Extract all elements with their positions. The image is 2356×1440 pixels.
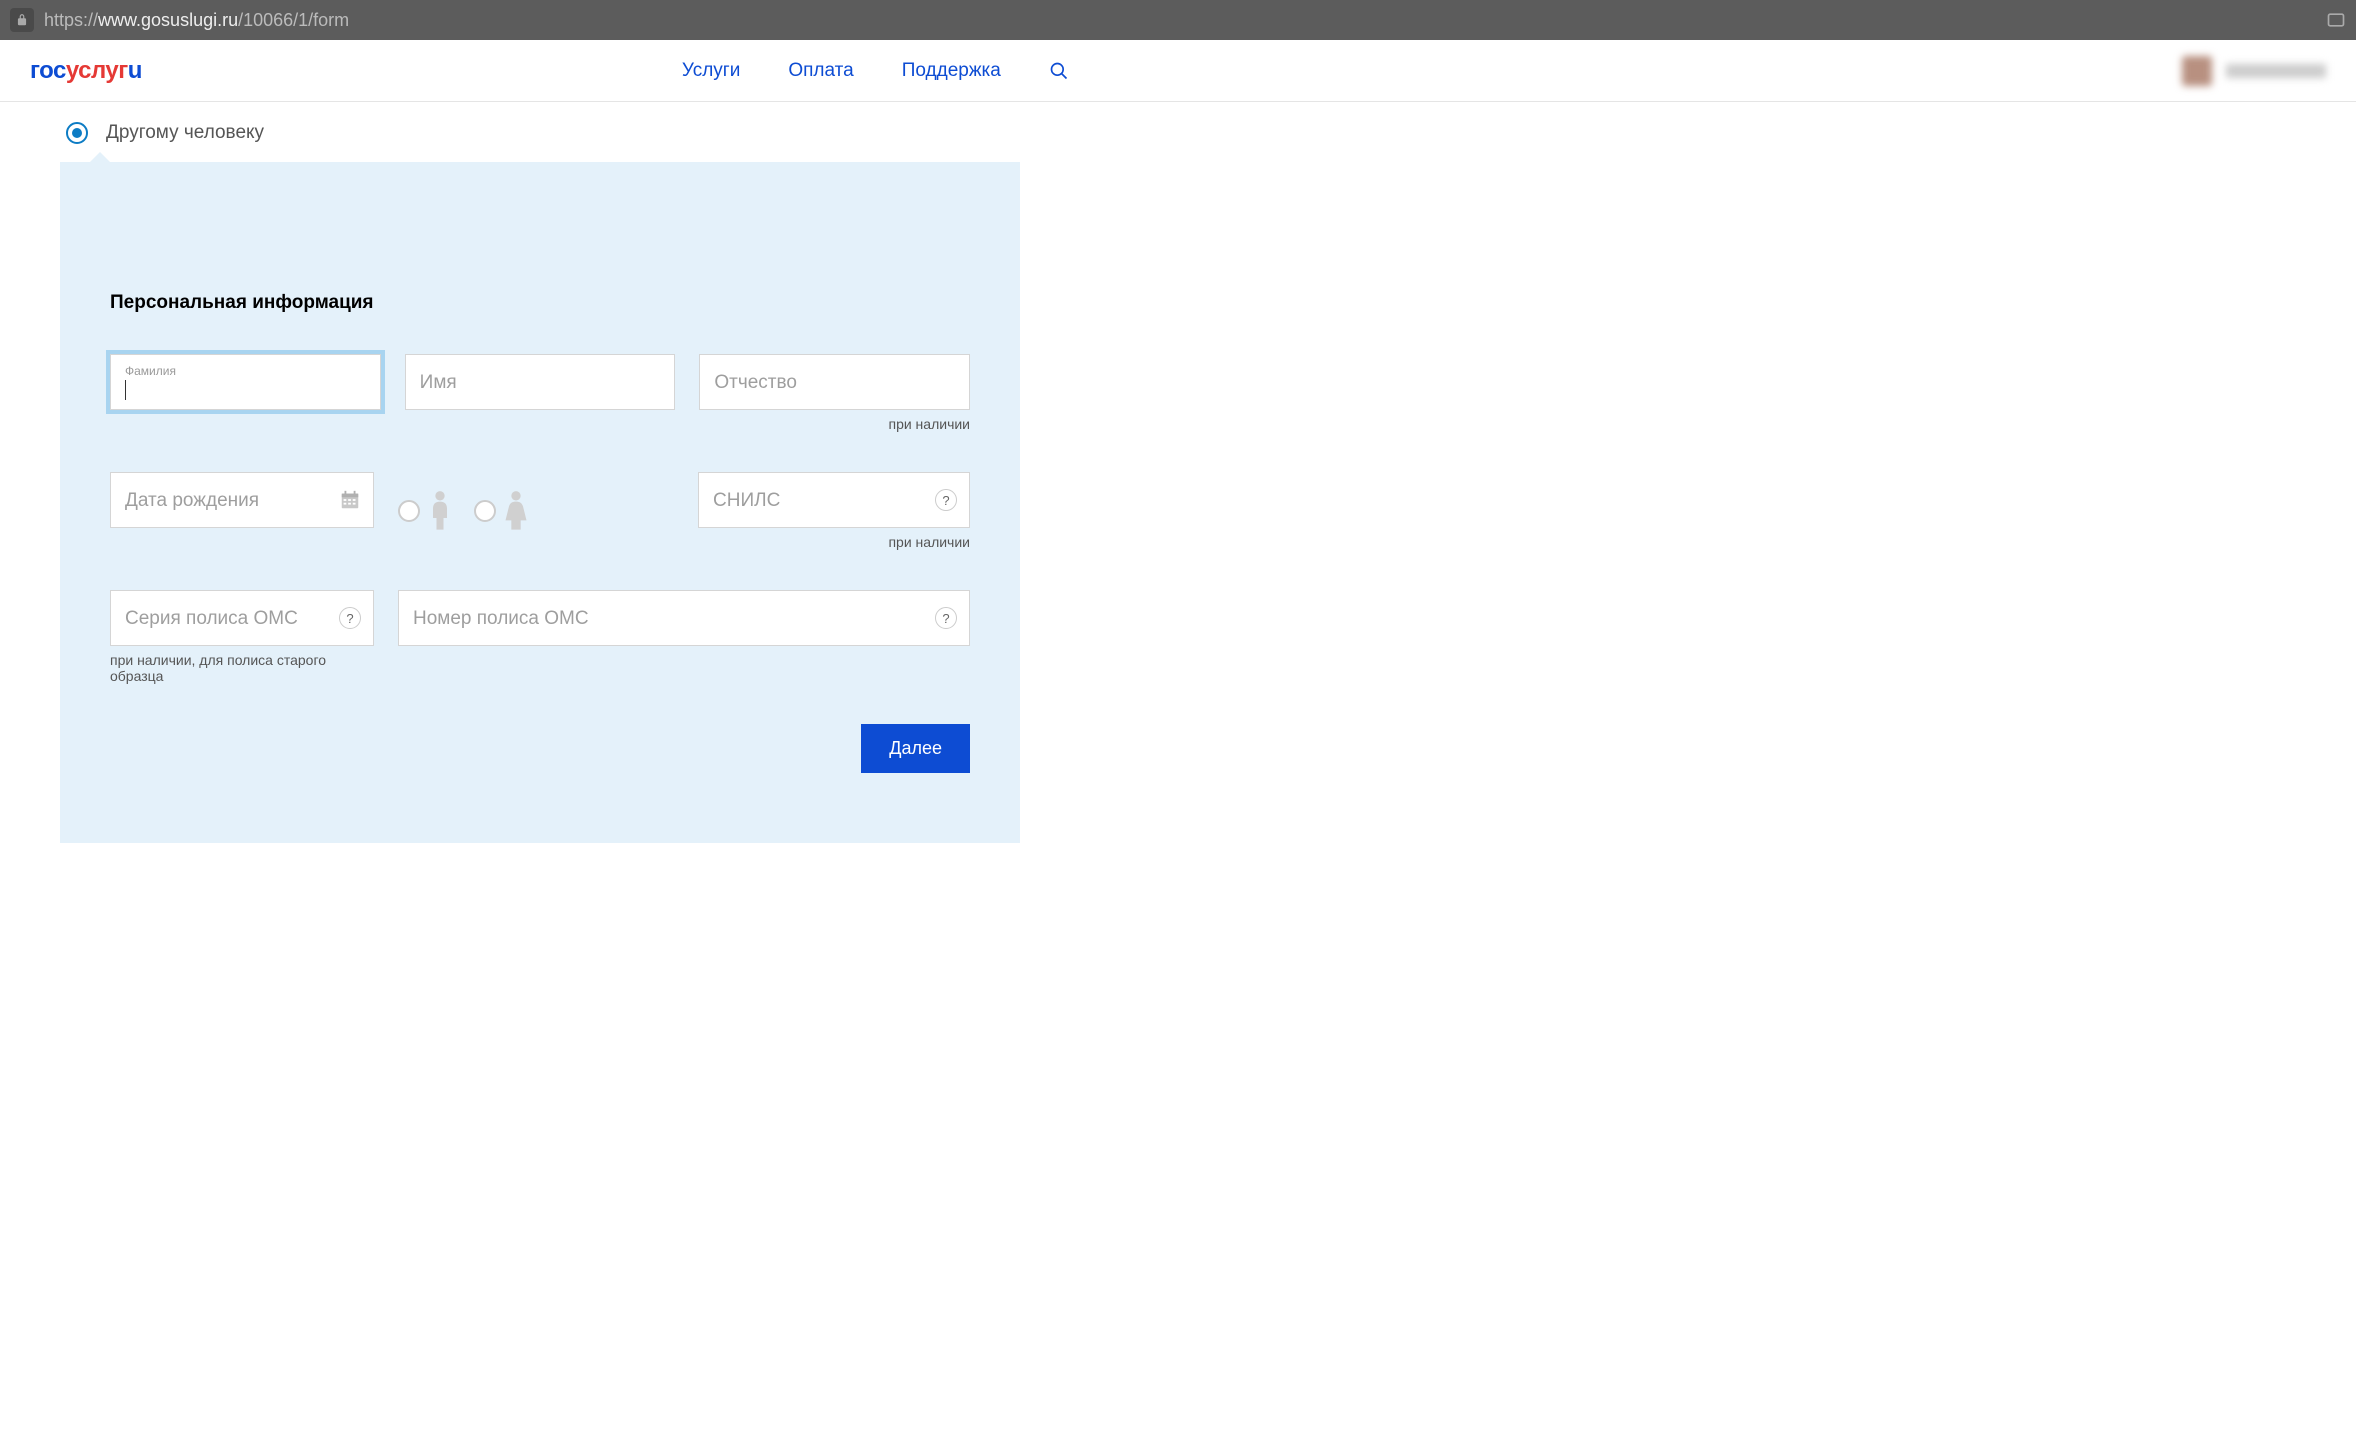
help-icon[interactable]: ? [935,489,957,511]
oms-number-field[interactable]: ? [398,590,970,646]
url-text[interactable]: https://www.gosuslugi.ru/10066/1/form [44,10,2316,31]
snils-field[interactable]: ? [698,472,970,528]
help-icon[interactable]: ? [935,607,957,629]
url-prefix: https:// [44,10,98,30]
firstname-input[interactable] [420,372,661,393]
avatar [2182,56,2212,86]
gender-group [398,472,530,550]
radio-selected-icon [66,122,88,144]
help-icon[interactable]: ? [339,607,361,629]
recipient-radio-row[interactable]: Другому человеку [66,122,2296,144]
lastname-label: Фамилия [125,364,366,378]
url-path: /10066/1/form [238,10,349,30]
browser-extension-icon [2326,10,2346,30]
gender-female-option[interactable] [474,490,530,532]
middlename-field[interactable] [699,354,970,410]
name-row: Фамилия при наличии [110,354,970,432]
snils-input[interactable] [713,490,955,511]
radio-unchecked-icon [474,500,496,522]
oms-series-field[interactable]: ? [110,590,374,646]
nav-support[interactable]: Поддержка [902,60,1001,82]
oms-series-hint: при наличии, для полиса старого образца [110,652,374,684]
form-panel: Персональная информация Фамилия при нали… [60,162,1020,843]
oms-number-input[interactable] [413,608,955,629]
url-domain: www.gosuslugi.ru [98,10,238,30]
user-name [2226,64,2326,78]
snils-hint: при наличии [888,534,970,550]
firstname-field[interactable] [405,354,676,410]
male-icon [426,490,454,532]
main-nav: Услуги Оплата Поддержка [682,60,1001,82]
gender-male-option[interactable] [398,490,454,532]
female-icon [502,490,530,532]
text-caret [125,380,126,400]
dob-field[interactable] [110,472,374,528]
middlename-input[interactable] [714,372,955,393]
submit-row: Далее [110,724,970,773]
dob-input[interactable] [125,490,359,511]
section-title: Персональная информация [110,292,970,314]
next-button[interactable]: Далее [861,724,970,773]
radio-unchecked-icon [398,500,420,522]
browser-address-bar: https://www.gosuslugi.ru/10066/1/form [0,0,2356,40]
nav-services[interactable]: Услуги [682,60,740,82]
search-icon[interactable] [1049,61,1069,81]
oms-row: ? при наличии, для полиса старого образц… [110,590,970,684]
site-logo[interactable]: госуслугu [30,57,142,85]
site-header: госуслугu Услуги Оплата Поддержка [0,40,2356,102]
calendar-icon[interactable] [339,489,361,511]
recipient-other-label: Другому человеку [106,122,264,144]
nav-payment[interactable]: Оплата [788,60,853,82]
user-menu[interactable] [2182,56,2326,86]
lock-icon [10,8,34,32]
oms-series-input[interactable] [125,608,359,629]
middlename-hint: при наличии [888,416,970,432]
dob-gender-snils-row: ? при наличии [110,472,970,550]
lastname-field[interactable]: Фамилия [110,354,381,410]
